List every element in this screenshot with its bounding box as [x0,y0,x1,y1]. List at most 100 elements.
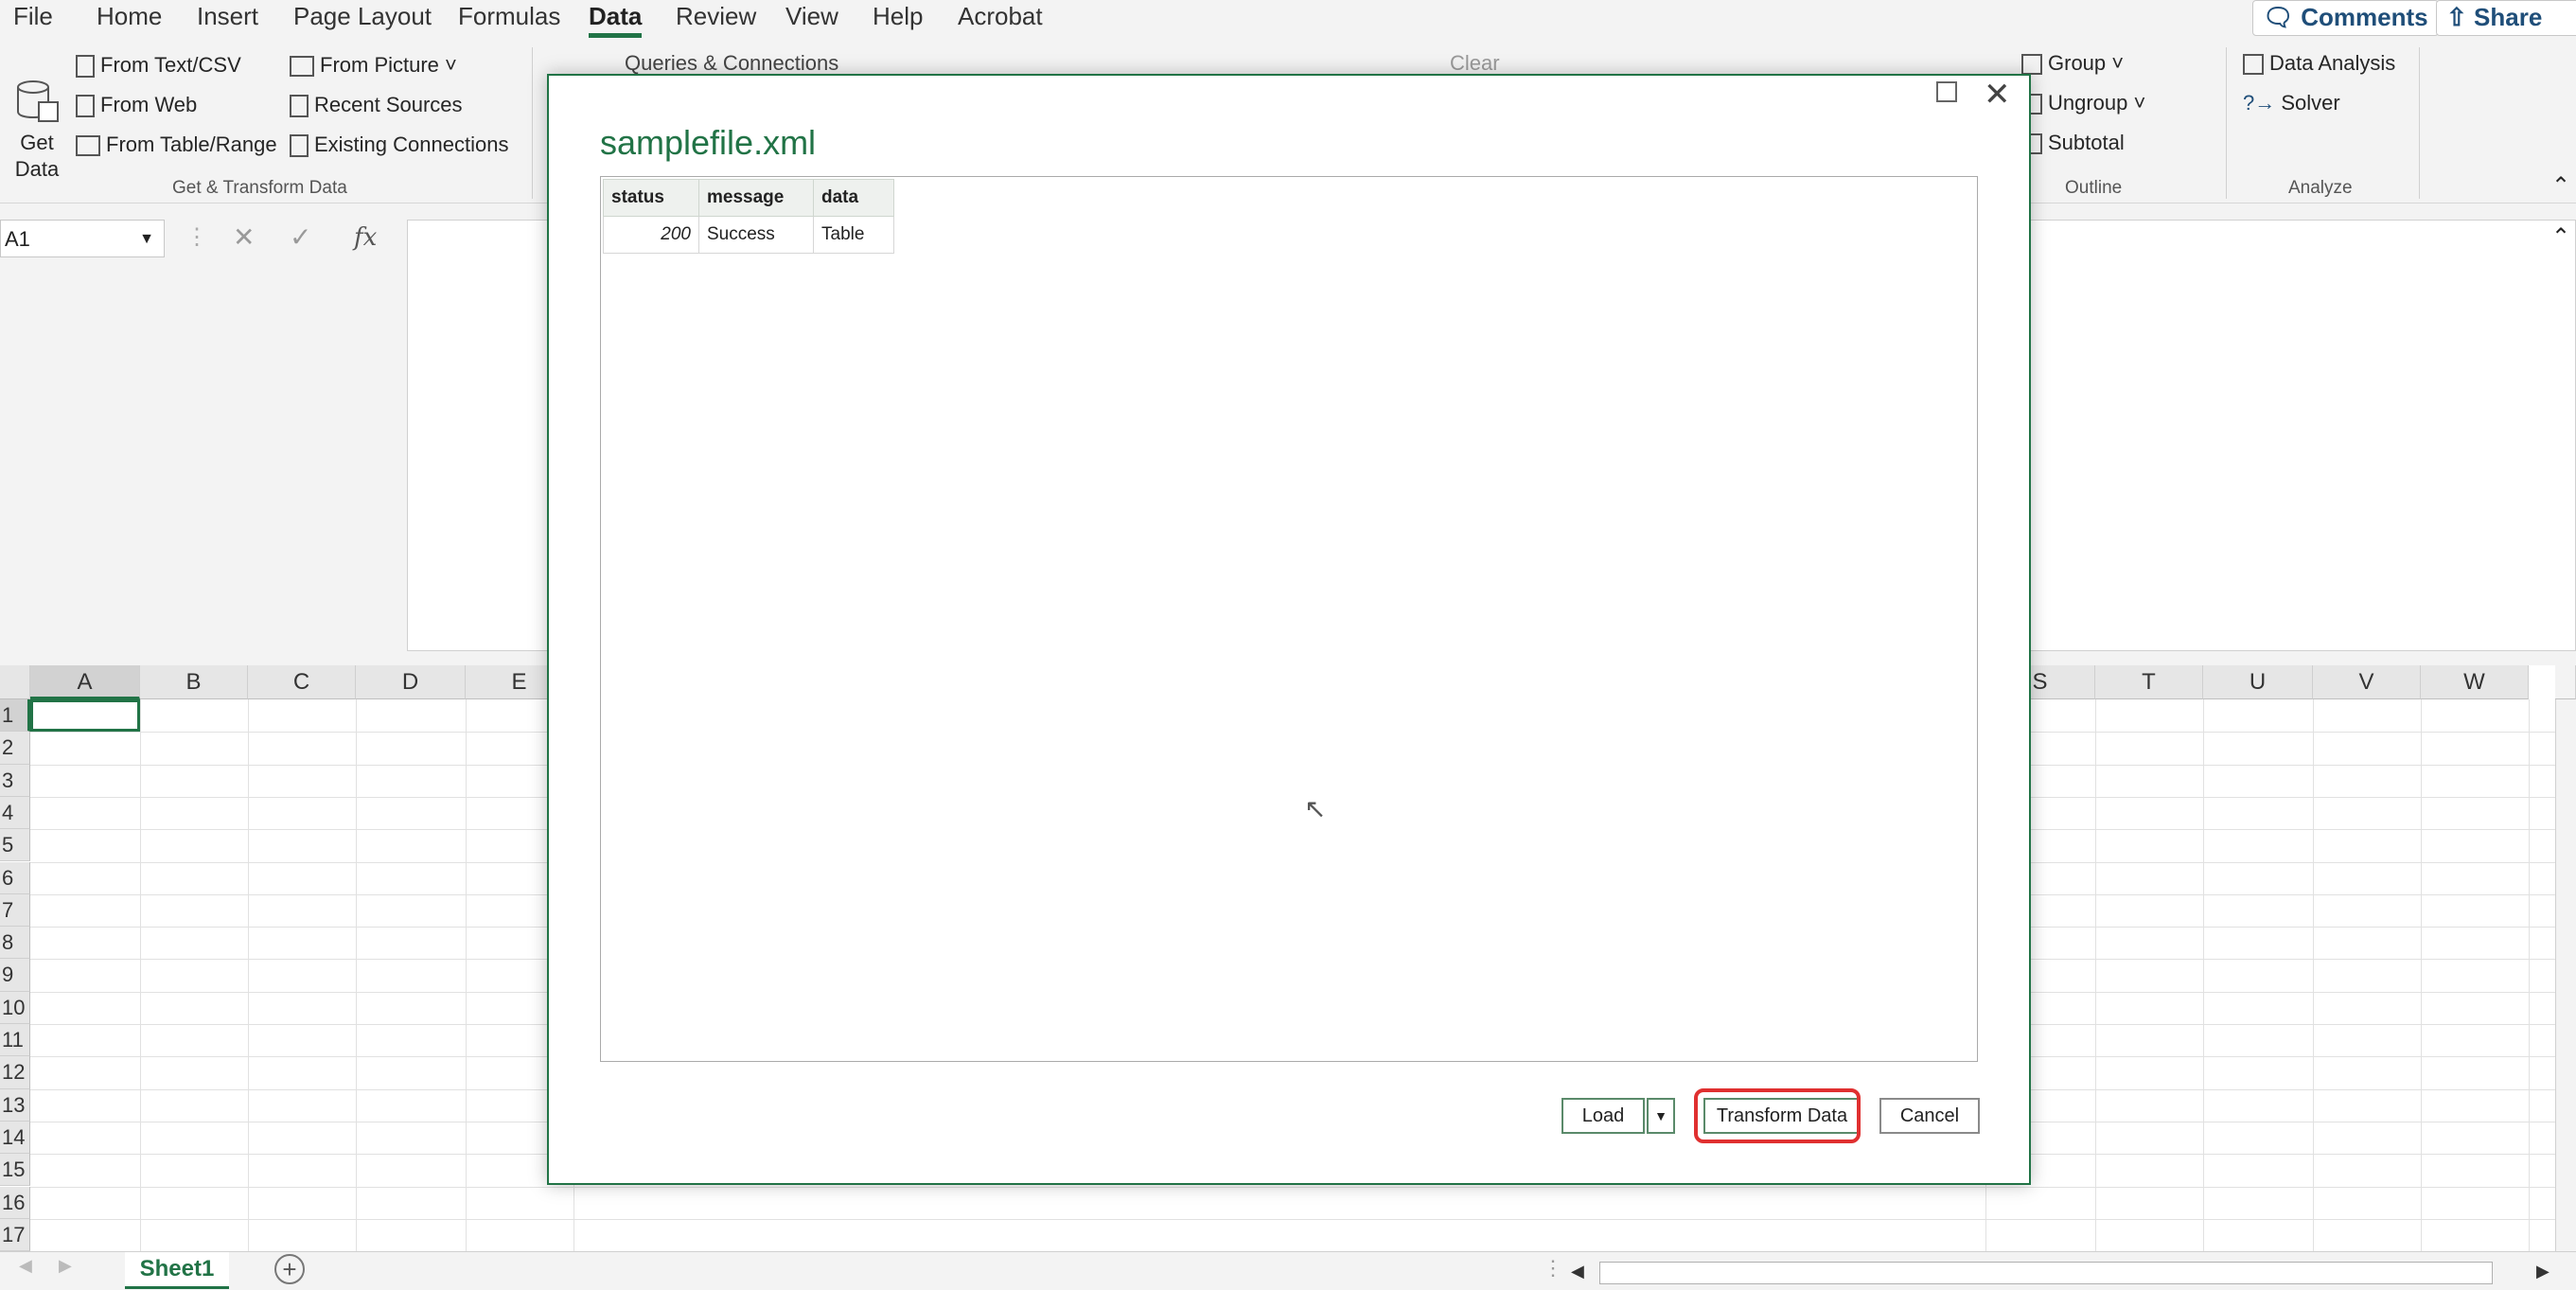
group-button[interactable]: Group ˅ [2021,49,2124,78]
vertical-scrollbar-track[interactable] [2555,665,2576,699]
row-header-7[interactable]: 7 [0,893,30,928]
ungroup-button[interactable]: Ungroup ˅ [2021,89,2145,117]
row-header-8[interactable]: 8 [0,927,30,960]
scroll-left-icon[interactable]: ◀ [1571,1262,1584,1281]
ribbon-separator [2419,47,2420,199]
column-header-w[interactable]: W [2421,665,2529,699]
tab-file[interactable]: File [13,0,53,32]
collapse-ribbon-icon[interactable]: ⌃ [2551,172,2570,201]
scroll-right-icon[interactable]: ▶ [59,1256,72,1276]
cell-message: Success [698,216,814,254]
row-header-14[interactable]: 14 [0,1121,30,1155]
more-options-icon: ⋮ [1543,1256,1563,1280]
row-header-15[interactable]: 15 [0,1154,30,1187]
tab-formulas[interactable]: Formulas [458,0,560,32]
column-header-t[interactable]: T [2095,665,2203,699]
name-box[interactable]: A1 ▼ [0,220,165,257]
chevron-down-icon[interactable]: ▼ [139,221,154,258]
close-icon[interactable]: ✕ [1984,76,2011,114]
grid-line [466,699,467,1252]
active-cell-a1[interactable] [30,699,140,732]
from-table-range-label: From Table/Range [106,133,277,156]
tab-insert[interactable]: Insert [197,0,258,32]
from-picture-button[interactable]: From Picture ˅ [290,51,457,80]
tab-review[interactable]: Review [676,0,756,32]
row-header-5[interactable]: 5 [0,829,30,862]
solver-icon: ?→ [2243,91,2276,115]
row-header-3[interactable]: 3 [0,764,30,797]
add-sheet-icon[interactable]: + [274,1254,305,1284]
share-label: Share [2474,3,2543,31]
recent-sources-label: Recent Sources [314,93,463,116]
from-text-csv-button[interactable]: From Text/CSV [76,51,241,80]
scroll-right-icon[interactable]: ▶ [2536,1262,2550,1281]
row-header-13[interactable]: 13 [0,1088,30,1122]
column-header-c[interactable]: C [248,665,356,699]
enter-formula-icon[interactable]: ✓ [290,221,311,253]
column-header-a[interactable]: A [30,665,140,699]
grid-line [2203,699,2204,1252]
get-data-button[interactable]: Get Data [11,51,62,209]
comments-button[interactable]: 🗨 Comments [2252,0,2439,36]
grid-line [30,1186,2555,1188]
tab-acrobat[interactable]: Acrobat [958,0,1043,32]
get-data-label: Get Data [14,131,60,181]
tab-data[interactable]: Data [589,0,643,38]
column-header-u[interactable]: U [2203,665,2313,699]
solver-button[interactable]: ?→ Solver [2243,89,2340,117]
grid-line [2313,699,2314,1252]
comments-label: Comments [2301,3,2428,31]
row-header-6[interactable]: 6 [0,861,30,894]
grid-line [248,699,249,1252]
scroll-left-icon[interactable]: ◀ [19,1256,32,1276]
tab-view[interactable]: View [785,0,838,32]
from-web-button[interactable]: From Web [76,91,197,119]
maximize-icon[interactable] [1936,81,1957,102]
cancel-button[interactable]: Cancel [1879,1098,1980,1134]
from-table-range-button[interactable]: From Table/Range [76,131,277,159]
comment-icon: 🗨 [2263,3,2295,31]
tab-home[interactable]: Home [97,0,162,32]
horizontal-scrollbar[interactable] [1599,1262,2493,1284]
collapse-formula-icon[interactable]: ⌃ [2551,223,2570,251]
existing-connections-button[interactable]: Existing Connections [290,131,508,159]
text-file-icon [76,55,95,79]
row-header-1[interactable]: 1 [0,699,30,733]
ungroup-label: Ungroup [2048,91,2128,115]
cancel-formula-icon[interactable]: ✕ [233,221,255,253]
name-box-value: A1 [5,227,30,251]
load-dropdown-button[interactable]: ▼ [1647,1098,1675,1134]
column-header-v[interactable]: V [2313,665,2421,699]
vertical-scrollbar[interactable] [2555,699,2576,1252]
select-all-corner[interactable] [0,665,30,699]
row-header-17[interactable]: 17 [0,1218,30,1252]
function-icon[interactable]: fx [354,223,377,252]
grid-line [2095,699,2096,1252]
column-header-b[interactable]: B [140,665,248,699]
recent-sources-icon [290,95,309,118]
row-header-10[interactable]: 10 [0,991,30,1024]
column-header-status: status [603,179,699,217]
data-analysis-button[interactable]: Data Analysis [2243,49,2395,78]
share-button[interactable]: ⇧ Share [2436,0,2576,36]
row-header-16[interactable]: 16 [0,1186,30,1219]
from-text-csv-label: From Text/CSV [100,53,241,77]
row-header-4[interactable]: 4 [0,796,30,830]
row-header-9[interactable]: 9 [0,959,30,992]
cell-data: Table [813,216,894,254]
data-preview: status message data 200 Success Table [600,176,1978,1062]
dialog-title: samplefile.xml [600,123,817,162]
database-icon [17,80,59,122]
subtotal-button[interactable]: Subtotal [2021,129,2125,157]
sheet-tab-sheet1[interactable]: Sheet1 [125,1252,229,1289]
row-header-2[interactable]: 2 [0,732,30,765]
solver-label: Solver [2281,91,2340,115]
load-button[interactable]: Load [1561,1098,1645,1134]
tab-help[interactable]: Help [873,0,923,32]
column-header-message: message [698,179,814,217]
column-header-d[interactable]: D [356,665,466,699]
row-header-12[interactable]: 12 [0,1056,30,1089]
recent-sources-button[interactable]: Recent Sources [290,91,463,119]
tab-page-layout[interactable]: Page Layout [293,0,432,32]
row-header-11[interactable]: 11 [0,1024,30,1057]
